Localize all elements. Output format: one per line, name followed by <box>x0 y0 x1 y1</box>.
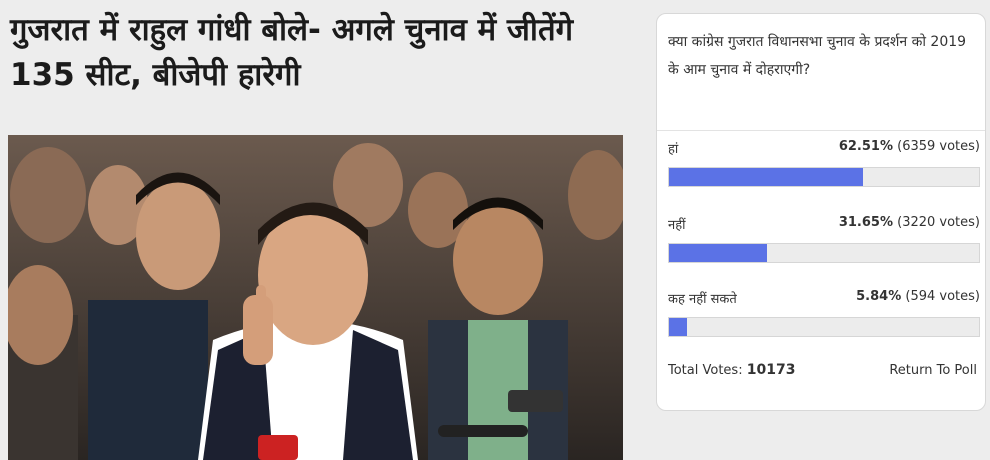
poll-option-votes: (6359 votes) <box>897 139 980 154</box>
poll-option-label: नहीं <box>668 218 686 233</box>
poll-option-bar <box>668 243 980 263</box>
poll-divider <box>657 130 985 131</box>
poll-option-yes: हां 62.51% (6359 votes) <box>668 139 980 187</box>
poll-option-bar-fill <box>669 244 768 262</box>
poll-total: Total Votes: 10173 <box>668 362 795 378</box>
article-headline: गुजरात में राहुल गांधी बोले- अगले चुनाव … <box>10 12 574 93</box>
poll-option-no: नहीं 31.65% (3220 votes) <box>668 215 980 263</box>
article-photo <box>8 135 623 460</box>
poll-option-cant-say: कह नहीं सकते 5.84% (594 votes) <box>668 289 980 337</box>
poll-option-bar-fill <box>669 318 688 336</box>
poll-option-percent: 62.51% <box>838 139 893 154</box>
poll-total-label: Total Votes: <box>668 363 743 378</box>
poll-option-label: हां <box>668 142 679 157</box>
poll-widget: क्या कांग्रेस गुजरात विधानसभा चुनाव के प… <box>656 13 986 411</box>
poll-option-percent: 31.65% <box>838 215 893 230</box>
poll-option-stats: 31.65% (3220 votes) <box>839 215 980 230</box>
poll-total-value: 10173 <box>746 362 796 378</box>
poll-option-votes: (594 votes) <box>905 289 980 304</box>
return-to-poll-link[interactable]: Return To Poll <box>889 363 977 378</box>
poll-question: क्या कांग्रेस गुजरात विधानसभा चुनाव के प… <box>668 34 967 78</box>
poll-option-bar <box>668 167 980 187</box>
poll-option-bar-fill <box>669 168 863 186</box>
poll-option-votes: (3220 votes) <box>897 215 980 230</box>
poll-option-stats: 62.51% (6359 votes) <box>839 139 980 154</box>
poll-option-bar <box>668 317 980 337</box>
poll-option-label: कह नहीं सकते <box>668 292 737 307</box>
poll-option-percent: 5.84% <box>856 289 902 304</box>
poll-option-stats: 5.84% (594 votes) <box>856 289 980 304</box>
